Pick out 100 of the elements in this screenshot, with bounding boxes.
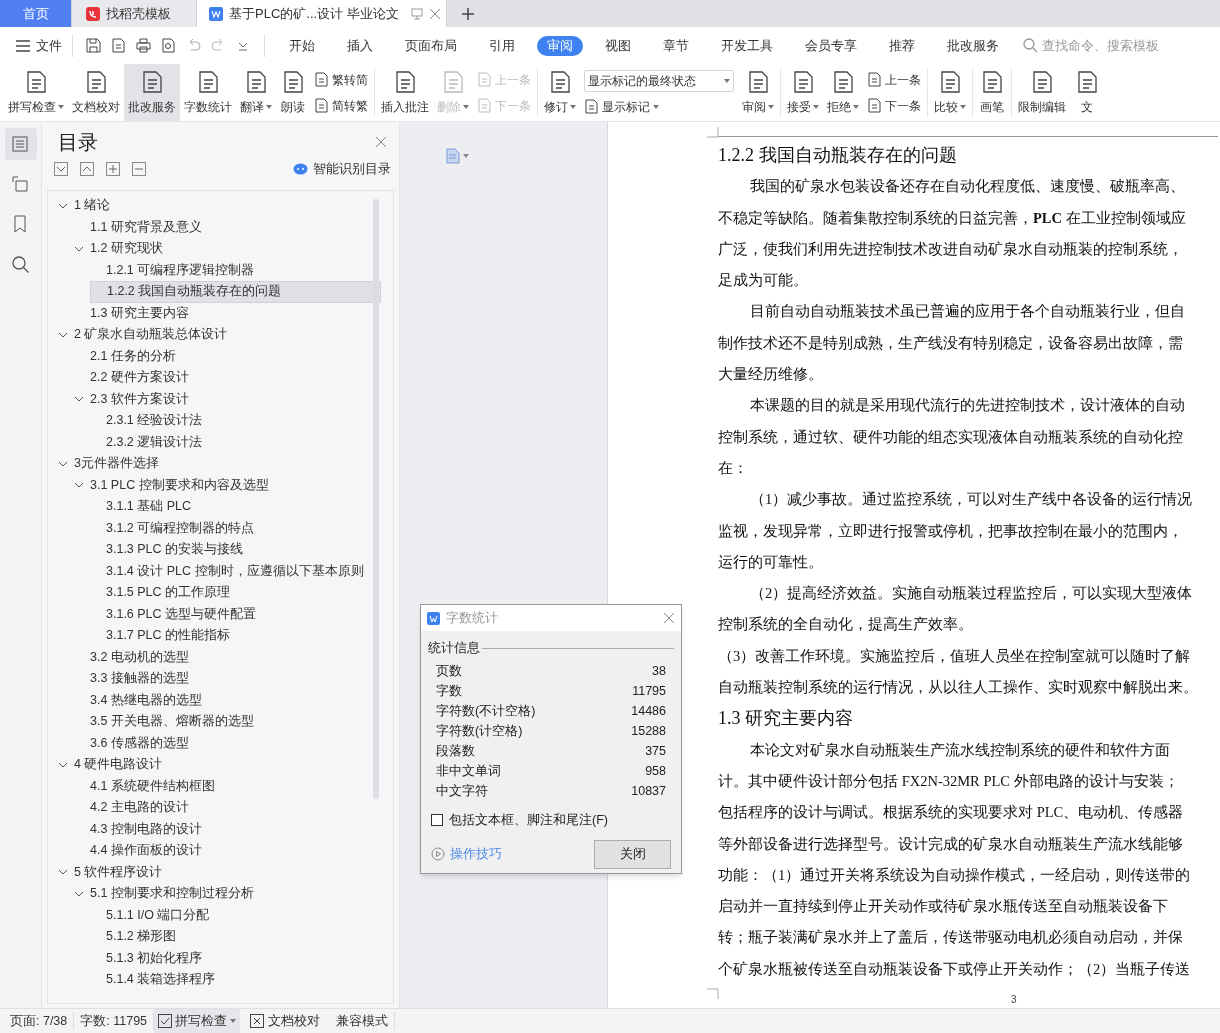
toc-item[interactable]: 4 硬件电路设计: [58, 754, 258, 776]
toc-item[interactable]: 1.1 研究背景及意义: [74, 216, 274, 238]
markup-dropdown[interactable]: 显示标记的最终状态: [584, 69, 734, 92]
ribbon-tab[interactable]: 章节: [653, 35, 699, 56]
toc-item[interactable]: 1.2 研究现状: [74, 238, 274, 260]
toc-item[interactable]: 4.2 主电路的设计: [74, 797, 274, 819]
close-button[interactable]: 关闭: [594, 839, 671, 869]
toolbar-button[interactable]: 繁转简: [314, 70, 368, 89]
ribbon-tab[interactable]: 批改服务: [937, 35, 1009, 56]
section-heading: 1.2.2 我国自动瓶装存在的问题: [718, 144, 958, 168]
toc-item[interactable]: 3.1 PLC 控制要求和内容及选型: [74, 474, 277, 496]
toc-item[interactable]: 2.3.2 逻辑设计法: [90, 431, 290, 453]
toc-item[interactable]: 3.1.7 PLC 的性能指标: [90, 625, 290, 647]
toolbar-button[interactable]: 拼写检查: [4, 64, 68, 121]
toc-item[interactable]: 5.1.3 初始化程序: [90, 947, 290, 969]
toc-item[interactable]: 1 绪论: [58, 195, 258, 217]
checkbox[interactable]: [431, 814, 443, 827]
caret-icon: [724, 78, 730, 83]
ribbon-tab[interactable]: 开发工具: [711, 35, 783, 56]
close-icon[interactable]: [663, 612, 675, 624]
file-menu[interactable]: 文件: [16, 35, 62, 56]
text-line: 大量经历维修。: [718, 365, 823, 385]
toc-item[interactable]: 3.1.1 基础 PLC: [90, 496, 290, 518]
remove-icon[interactable]: [132, 162, 146, 176]
sidebar-tab[interactable]: [4, 128, 37, 160]
toolbar-button[interactable]: 接受: [783, 64, 823, 121]
save-icon[interactable]: [86, 38, 101, 53]
toc-item[interactable]: 5.1.4 装箱选择程序: [90, 969, 290, 991]
toolbar-button[interactable]: 审阅: [738, 64, 778, 121]
toolbar-button[interactable]: 下一条: [867, 96, 921, 115]
toc-item[interactable]: 1.2.2 我国自动瓶装存在的问题: [90, 281, 381, 303]
toolbar-button[interactable]: 翻译: [236, 64, 276, 121]
toc-item[interactable]: 3.1.4 设计 PLC 控制时，应遵循以下基本原则: [90, 560, 372, 582]
toolbar-button[interactable]: 比较: [930, 64, 970, 121]
tab[interactable]: 首页: [0, 0, 72, 27]
toc-item[interactable]: 5.1.2 梯形图: [90, 926, 290, 948]
toolbar-button[interactable]: 文: [1070, 64, 1104, 121]
toolbar-button[interactable]: 拒绝: [823, 64, 863, 121]
toc-item[interactable]: 4.3 控制电路的设计: [74, 818, 274, 840]
toc-item[interactable]: 1.3 研究主要内容: [74, 302, 274, 324]
print-icon[interactable]: [136, 38, 151, 53]
toc-item[interactable]: 3.2 电动机的选型: [74, 646, 274, 668]
toc-item[interactable]: 5.1 控制要求和控制过程分析: [74, 883, 274, 905]
toc-item[interactable]: 3元件器件选择: [58, 453, 258, 475]
ribbon-tab[interactable]: 开始: [279, 35, 325, 56]
add-icon[interactable]: [106, 162, 120, 176]
tab[interactable]: 基于PLC的矿...设计 毕业论文: [197, 0, 447, 27]
toolbar-button[interactable]: 修订: [540, 64, 580, 121]
play-icon: [431, 847, 445, 861]
section-label: 统计信息: [428, 640, 480, 657]
toolbar-button[interactable]: 简转繁: [314, 96, 368, 115]
toolbar-button[interactable]: 插入批注: [377, 64, 433, 121]
tab[interactable]: 找稻壳模板: [72, 0, 197, 27]
toc-item[interactable]: 2.3.1 经验设计法: [90, 410, 290, 432]
search-field[interactable]: 查找命令、搜索模板: [1023, 35, 1182, 56]
toc-item[interactable]: 4.1 系统硬件结构框图: [74, 775, 274, 797]
collapse-all-icon[interactable]: [80, 162, 94, 176]
toc-item[interactable]: 1.2.1 可编程序逻辑控制器: [90, 259, 290, 281]
toc-item[interactable]: 2.2 硬件方案设计: [74, 367, 274, 389]
status-button[interactable]: 文档校对: [240, 1008, 331, 1033]
toc-item[interactable]: 3.6 传感器的选型: [74, 732, 274, 754]
monitor-icon[interactable]: [410, 7, 423, 20]
ribbon-tab[interactable]: 引用: [479, 35, 525, 56]
smart-toc-button[interactable]: 智能识别目录: [293, 159, 391, 179]
toolbar-button[interactable]: 上一条: [867, 70, 921, 89]
toolbar-button[interactable]: 字数统计: [180, 64, 236, 121]
toolbar-button[interactable]: 朗读: [276, 64, 310, 121]
toc-item[interactable]: 3.5 开关电器、熔断器的选型: [74, 711, 274, 733]
toc-item[interactable]: 2.3 软件方案设计: [74, 388, 274, 410]
toolbar-button[interactable]: 限制编辑: [1014, 64, 1070, 121]
status-button[interactable]: 拼写检查: [154, 1008, 241, 1033]
ribbon-tab[interactable]: 会员专享: [795, 35, 867, 56]
ribbon-tab[interactable]: 审阅: [537, 35, 583, 56]
expand-all-icon[interactable]: [54, 162, 68, 176]
toolbar-button[interactable]: 显示标记: [584, 97, 734, 116]
toc-item[interactable]: 5.1.1 I/O 端口分配: [90, 904, 290, 926]
toc-item[interactable]: 2 矿泉水自动瓶装总体设计: [58, 324, 258, 346]
toc-item[interactable]: 3.3 接触器的选型: [74, 668, 274, 690]
toc-item[interactable]: 4.4 操作面板的设计: [74, 840, 274, 862]
toc-item[interactable]: 3.1.6 PLC 选型与硬件配置: [90, 603, 290, 625]
toc-item[interactable]: 2.1 任务的分析: [74, 345, 274, 367]
ribbon-tab[interactable]: 推荐: [879, 35, 925, 56]
close-icon[interactable]: [428, 7, 441, 20]
ribbon-tab[interactable]: 页面布局: [395, 35, 467, 56]
close-icon[interactable]: [375, 136, 387, 148]
toc-item[interactable]: 3.4 热继电器的选型: [74, 689, 274, 711]
document-icon[interactable]: [111, 38, 126, 53]
toc-item[interactable]: 3.1.3 PLC 的安装与接线: [90, 539, 290, 561]
toolbar-button[interactable]: 画笔: [975, 64, 1009, 121]
toc-item[interactable]: 3.1.2 可编程控制器的特点: [90, 517, 290, 539]
ribbon-tab[interactable]: 插入: [337, 35, 383, 56]
document-view-icon[interactable]: [446, 148, 469, 164]
add-tab-icon[interactable]: [461, 6, 475, 21]
print-preview-icon[interactable]: [161, 38, 176, 53]
toolbar-button[interactable]: 文档校对: [68, 64, 124, 121]
scrollbar[interactable]: [373, 199, 379, 799]
toc-item[interactable]: 3.1.5 PLC 的工作原理: [90, 582, 290, 604]
toc-item[interactable]: 5 软件程序设计: [58, 861, 258, 883]
ribbon-tab[interactable]: 视图: [595, 35, 641, 56]
toolbar-button[interactable]: 批改服务: [124, 64, 180, 121]
